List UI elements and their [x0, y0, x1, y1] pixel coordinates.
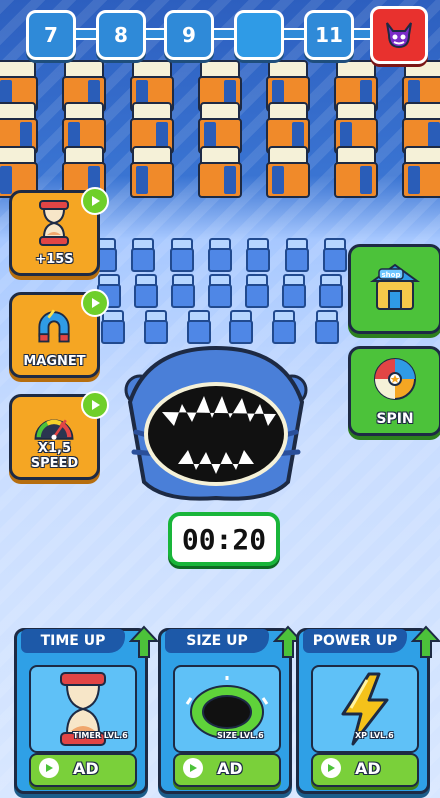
current-level-badge — [234, 10, 284, 60]
card-title: POWER UP — [303, 629, 407, 653]
watch-ad-button[interactable]: AD — [173, 753, 281, 787]
watch-ad-button[interactable]: AD — [29, 753, 137, 787]
level-badge: 7 — [26, 10, 76, 60]
level-badge: 9 — [164, 10, 214, 60]
powerup-label: MAGNET — [23, 354, 86, 369]
powerup-label: X1,5 SPEED — [30, 441, 79, 471]
shark-hole-player — [124, 345, 308, 501]
level-badge: 8 — [96, 10, 146, 60]
spin-button[interactable]: SPIN — [348, 346, 440, 436]
spin-label: SPIN — [376, 411, 414, 427]
size-up-card: SIZE UP SIZE LVL.6 AD — [158, 625, 303, 794]
watch-ad-icon — [81, 187, 109, 215]
card-title: TIME UP — [21, 629, 125, 653]
card-level-label: XP LVL.6 — [355, 731, 394, 740]
add-time-powerup-button[interactable]: +15S — [9, 187, 109, 276]
devil-icon — [386, 22, 412, 49]
watch-ad-icon — [81, 391, 109, 419]
shop-sign-label: shop — [382, 271, 401, 279]
game-scene: 7 8 9 11 +15S MAGNET X1,5 SPEED shop SPI… — [0, 0, 440, 798]
power-up-card: POWER UP XP LVL.6 AD — [296, 625, 440, 794]
up-arrow-icon — [411, 625, 440, 658]
level-progress-bar: 7 8 9 11 — [0, 0, 440, 68]
ad-label: AD — [73, 759, 99, 778]
powerup-label: +15S — [35, 252, 74, 267]
spin-wheel-icon — [374, 358, 416, 400]
magnet-icon — [32, 303, 76, 347]
time-up-card: TIME UP TIMER LVL.6 AD — [14, 625, 159, 794]
watch-ad-button[interactable]: AD — [311, 753, 419, 787]
play-icon — [39, 758, 59, 778]
level-badge: 11 — [304, 10, 354, 60]
shop-button[interactable]: shop — [348, 244, 440, 334]
boss-level-badge — [370, 6, 428, 64]
card-level-label: SIZE LVL.6 — [217, 731, 264, 740]
watch-ad-icon — [81, 289, 109, 317]
speed-powerup-button[interactable]: X1,5 SPEED — [9, 391, 109, 480]
play-icon — [321, 758, 341, 778]
up-arrow-icon — [129, 625, 159, 658]
play-icon — [183, 758, 203, 778]
card-title: SIZE UP — [165, 629, 269, 653]
small-object-row — [92, 238, 348, 274]
small-object-row — [100, 310, 340, 346]
countdown-timer: 00:20 — [168, 512, 280, 566]
shop-icon: shop — [369, 263, 421, 310]
card-level-label: TIMER LVL.6 — [73, 731, 128, 740]
ad-label: AD — [355, 759, 381, 778]
magnet-powerup-button[interactable]: MAGNET — [9, 289, 109, 378]
small-object-row — [96, 274, 344, 310]
ad-label: AD — [217, 759, 243, 778]
hourglass-icon — [32, 200, 76, 246]
